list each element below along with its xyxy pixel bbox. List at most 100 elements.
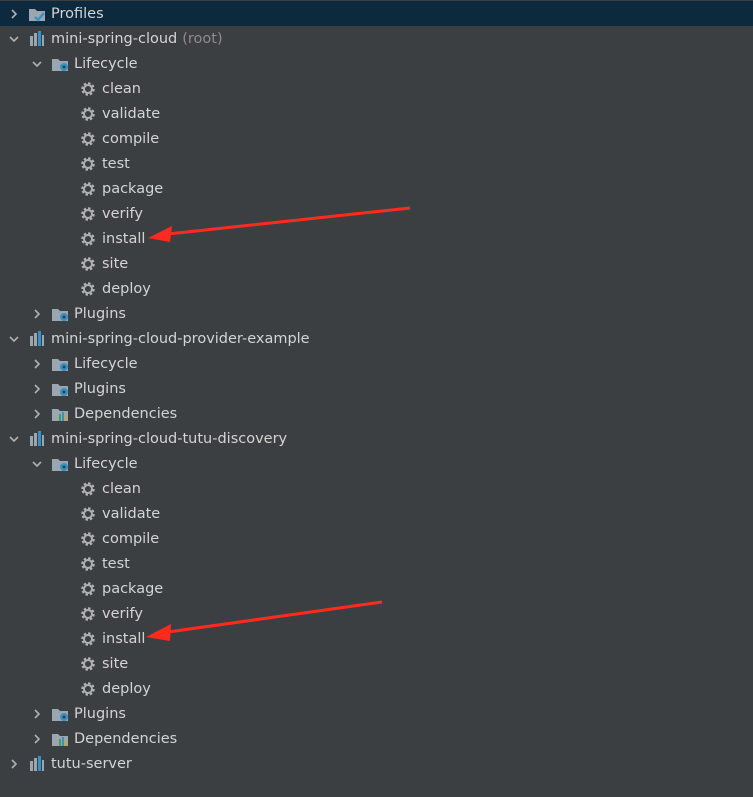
gear-icon: [79, 180, 97, 198]
tree-row-profiles[interactable]: Profiles: [0, 1, 753, 26]
tree-label: site: [102, 255, 129, 272]
gear-icon: [79, 280, 97, 298]
maven-module-icon: [28, 430, 46, 448]
tree-label: install: [102, 630, 146, 647]
gear-icon: [79, 205, 97, 223]
maven-tool-window-tree: Profiles mini-spring-cloud (root) Lifecy…: [0, 0, 753, 797]
tree-row-goal-install[interactable]: install: [0, 626, 753, 651]
tree-label: deploy: [102, 680, 151, 697]
tree-label: site: [102, 655, 129, 672]
chevron-right-icon[interactable]: [29, 356, 45, 372]
tree-row-goal-deploy[interactable]: deploy: [0, 276, 753, 301]
tree-row-dependencies[interactable]: Dependencies: [0, 726, 753, 751]
plugins-folder-icon: [51, 705, 69, 723]
tree-label: clean: [102, 80, 141, 97]
tree-row-goal-site[interactable]: site: [0, 651, 753, 676]
gear-icon: [79, 530, 97, 548]
tree-label: deploy: [102, 280, 151, 297]
tree-row-module[interactable]: mini-spring-cloud-tutu-discovery: [0, 426, 753, 451]
chevron-right-icon[interactable]: [29, 381, 45, 397]
tree-label: validate: [102, 505, 161, 522]
tree-row-module[interactable]: tutu-server: [0, 751, 753, 776]
tree-label: Plugins: [74, 305, 126, 322]
lifecycle-folder-icon: [51, 355, 69, 373]
tree-label: validate: [102, 105, 161, 122]
gear-icon: [79, 630, 97, 648]
tree-label: compile: [102, 530, 160, 547]
chevron-right-icon[interactable]: [6, 756, 22, 772]
tree-row-goal-test[interactable]: test: [0, 551, 753, 576]
tree-row-goal-package[interactable]: package: [0, 176, 753, 201]
gear-icon: [79, 255, 97, 273]
tree-row-goal-deploy[interactable]: deploy: [0, 676, 753, 701]
plugins-folder-icon: [51, 305, 69, 323]
tree-label: Profiles: [51, 5, 104, 22]
tree-row-goal-verify[interactable]: verify: [0, 601, 753, 626]
gear-icon: [79, 605, 97, 623]
tree-row-goal-compile[interactable]: compile: [0, 126, 753, 151]
chevron-down-icon[interactable]: [29, 56, 45, 72]
tree-row-goal-compile[interactable]: compile: [0, 526, 753, 551]
tree-row-goal-test[interactable]: test: [0, 151, 753, 176]
gear-icon: [79, 480, 97, 498]
tree-row-plugins[interactable]: Plugins: [0, 301, 753, 326]
tree-label: compile: [102, 130, 160, 147]
tree-row-dependencies[interactable]: Dependencies: [0, 401, 753, 426]
dependencies-folder-icon: [51, 405, 69, 423]
chevron-right-icon[interactable]: [29, 406, 45, 422]
profiles-folder-icon: [28, 5, 46, 23]
tree-row-goal-verify[interactable]: verify: [0, 201, 753, 226]
tree-row-lifecycle[interactable]: Lifecycle: [0, 51, 753, 76]
chevron-down-icon[interactable]: [29, 456, 45, 472]
lifecycle-folder-icon: [51, 55, 69, 73]
tree-row-module[interactable]: mini-spring-cloud-provider-example: [0, 326, 753, 351]
tree-label: Lifecycle: [74, 355, 138, 372]
tree-row-plugins[interactable]: Plugins: [0, 701, 753, 726]
tree-label: verify: [102, 605, 143, 622]
tree-label: package: [102, 580, 164, 597]
tree-row-goal-validate[interactable]: validate: [0, 501, 753, 526]
root-suffix: (root): [182, 30, 223, 47]
chevron-right-icon[interactable]: [29, 306, 45, 322]
tree-row-goal-site[interactable]: site: [0, 251, 753, 276]
tree-label: package: [102, 180, 164, 197]
maven-module-icon: [28, 330, 46, 348]
gear-icon: [79, 105, 97, 123]
chevron-right-icon[interactable]: [29, 706, 45, 722]
tree-label: mini-spring-cloud: [51, 30, 178, 47]
tree-row-plugins[interactable]: Plugins: [0, 376, 753, 401]
tree-row-goal-clean[interactable]: clean: [0, 476, 753, 501]
gear-icon: [79, 580, 97, 598]
tree-row-goal-install[interactable]: install: [0, 226, 753, 251]
chevron-down-icon[interactable]: [6, 31, 22, 47]
tree-label: Plugins: [74, 705, 126, 722]
chevron-down-icon[interactable]: [6, 331, 22, 347]
tree-row-goal-package[interactable]: package: [0, 576, 753, 601]
tree-row-module[interactable]: mini-spring-cloud (root): [0, 26, 753, 51]
tree-label: test: [102, 155, 130, 172]
tree-label: Dependencies: [74, 405, 178, 422]
chevron-down-icon[interactable]: [6, 431, 22, 447]
tree-row-goal-validate[interactable]: validate: [0, 101, 753, 126]
tree-row-goal-clean[interactable]: clean: [0, 76, 753, 101]
tree-label: install: [102, 230, 146, 247]
gear-icon: [79, 130, 97, 148]
tree-row-lifecycle[interactable]: Lifecycle: [0, 451, 753, 476]
gear-icon: [79, 555, 97, 573]
tree-row-lifecycle[interactable]: Lifecycle: [0, 351, 753, 376]
maven-module-icon: [28, 755, 46, 773]
gear-icon: [79, 655, 97, 673]
gear-icon: [79, 80, 97, 98]
lifecycle-folder-icon: [51, 455, 69, 473]
tree-label: Plugins: [74, 380, 126, 397]
tree-label: clean: [102, 480, 141, 497]
chevron-right-icon[interactable]: [29, 731, 45, 747]
maven-module-icon: [28, 30, 46, 48]
chevron-right-icon[interactable]: [6, 6, 22, 22]
tree-label: mini-spring-cloud-provider-example: [51, 330, 310, 347]
gear-icon: [79, 230, 97, 248]
tree-label: verify: [102, 205, 143, 222]
tree-label: Dependencies: [74, 730, 178, 747]
tree-label: Lifecycle: [74, 455, 138, 472]
gear-icon: [79, 505, 97, 523]
